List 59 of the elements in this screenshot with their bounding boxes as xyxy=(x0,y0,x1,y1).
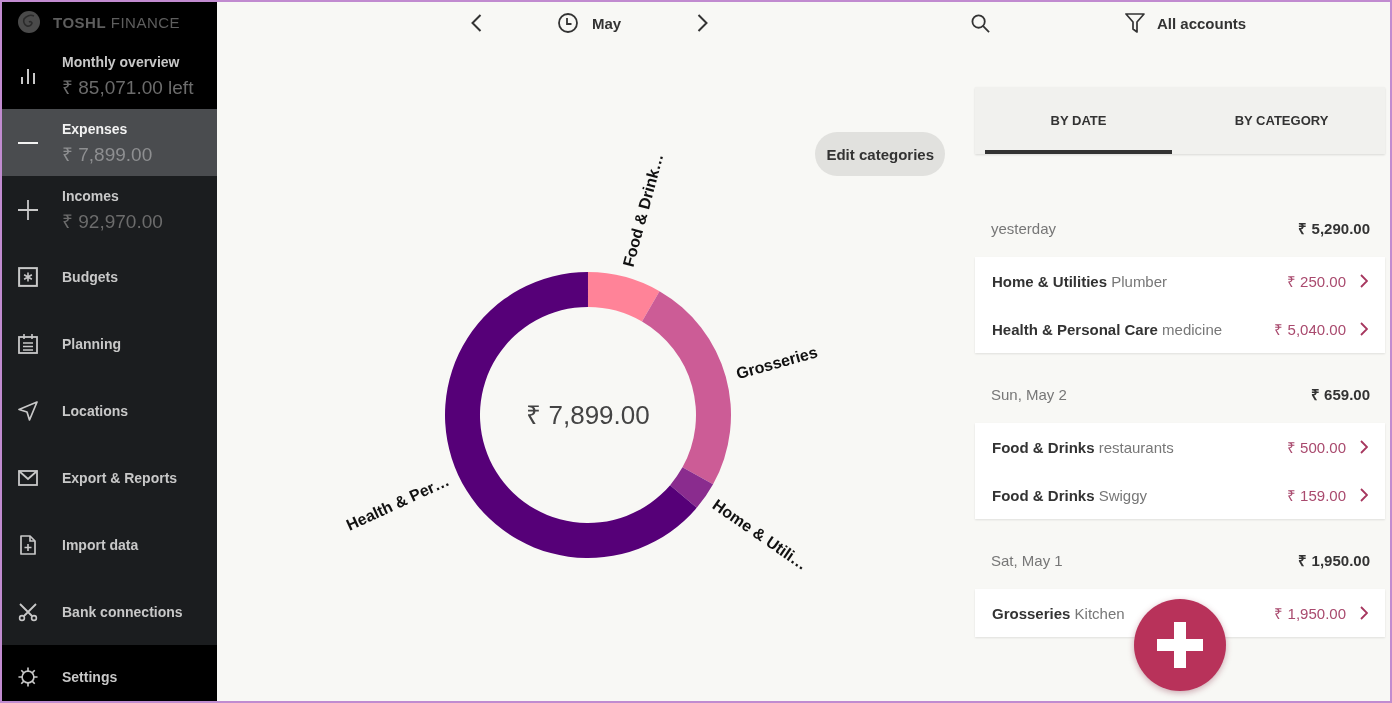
sidebar-item[interactable]: Incomes ₹ 92,970.00 xyxy=(2,176,217,243)
transaction-description: Grosseries Kitchen xyxy=(992,604,1126,622)
search-icon[interactable] xyxy=(971,13,990,33)
calendar-icon xyxy=(18,333,38,354)
chevron-right-icon[interactable] xyxy=(697,14,709,32)
transaction-amount: ₹ 500.00 xyxy=(1286,438,1346,457)
file-plus-icon xyxy=(18,534,38,555)
plus-icon xyxy=(18,199,38,220)
transaction-amount: ₹ 5,040.00 xyxy=(1274,320,1346,339)
chevron-right-icon[interactable] xyxy=(1360,440,1368,454)
remaining-amount: ₹ 85,071.00 left xyxy=(62,75,194,100)
transaction-amount: ₹ 1,950.00 xyxy=(1274,604,1346,623)
chevron-right-icon[interactable] xyxy=(1360,488,1368,502)
spiral-logo-icon xyxy=(18,11,40,33)
donut-total: ₹ 7,899.00 xyxy=(526,400,650,431)
slice-label: Food & Drink… xyxy=(619,151,667,269)
sidebar-item[interactable]: Planning xyxy=(2,310,217,377)
transaction-amount: ₹ 250.00 xyxy=(1286,272,1346,291)
transaction-amount: ₹ 159.00 xyxy=(1286,486,1346,505)
group-date: Sun, May 2 xyxy=(991,385,1067,403)
chevron-right-icon[interactable] xyxy=(1360,274,1368,288)
group-date: yesterday xyxy=(991,219,1057,237)
envelope-icon xyxy=(18,467,38,488)
group-total: ₹ 659.00 xyxy=(1310,385,1370,404)
sidebar-item[interactable]: Import data xyxy=(2,511,217,578)
transaction-description: Home & Utilities Plumber xyxy=(992,272,1169,290)
plus-icon xyxy=(1157,622,1203,668)
app-logo-text: TOSHL FINANCE xyxy=(53,13,181,31)
sidebar-item[interactable]: Bank connections xyxy=(2,578,217,645)
edit-categories-button[interactable]: Edit categories xyxy=(815,132,945,176)
month-picker-button[interactable]: May xyxy=(557,13,622,33)
clock-icon xyxy=(557,13,578,33)
chevron-right-icon[interactable] xyxy=(1360,322,1368,336)
sidebar-item[interactable]: Locations xyxy=(2,377,217,444)
transaction-description: Food & Drinks Swiggy xyxy=(992,486,1149,504)
sidebar-item[interactable]: Export & Reports xyxy=(2,444,217,511)
group-date: Sat, May 1 xyxy=(991,551,1063,569)
asterisk-square-icon xyxy=(18,266,38,287)
group-total: ₹ 1,950.00 xyxy=(1298,551,1370,570)
account-filter-button[interactable]: All accounts xyxy=(1125,13,1247,33)
navigation-arrow-icon xyxy=(18,400,38,421)
sidebar-item[interactable]: Expenses ₹ 7,899.00 xyxy=(2,109,217,176)
sidebar-item-amount: ₹ 7,899.00 xyxy=(62,142,153,167)
transaction-description: Food & Drinks restaurants xyxy=(992,438,1175,456)
chevron-right-icon[interactable] xyxy=(1360,606,1368,620)
scissors-icon xyxy=(18,601,38,622)
sidebar-item[interactable]: Budgets xyxy=(2,243,217,310)
group-total: ₹ 5,290.00 xyxy=(1298,219,1370,238)
overview-item[interactable]: Monthly overview ₹ 85,071.00 left xyxy=(2,42,217,109)
sidebar-item-amount: ₹ 92,970.00 xyxy=(62,209,163,234)
filter-icon xyxy=(1125,13,1145,33)
tab[interactable]: BY CATEGORY xyxy=(1188,87,1375,154)
transaction-description: Health & Personal Care medicine xyxy=(992,320,1224,338)
chevron-left-icon[interactable] xyxy=(470,14,482,32)
tab[interactable]: BY DATE xyxy=(985,87,1172,154)
settings-item[interactable]: Settings xyxy=(2,645,217,701)
add-button[interactable] xyxy=(1134,599,1226,691)
minus-icon xyxy=(18,141,38,144)
settings-icon xyxy=(18,667,38,687)
